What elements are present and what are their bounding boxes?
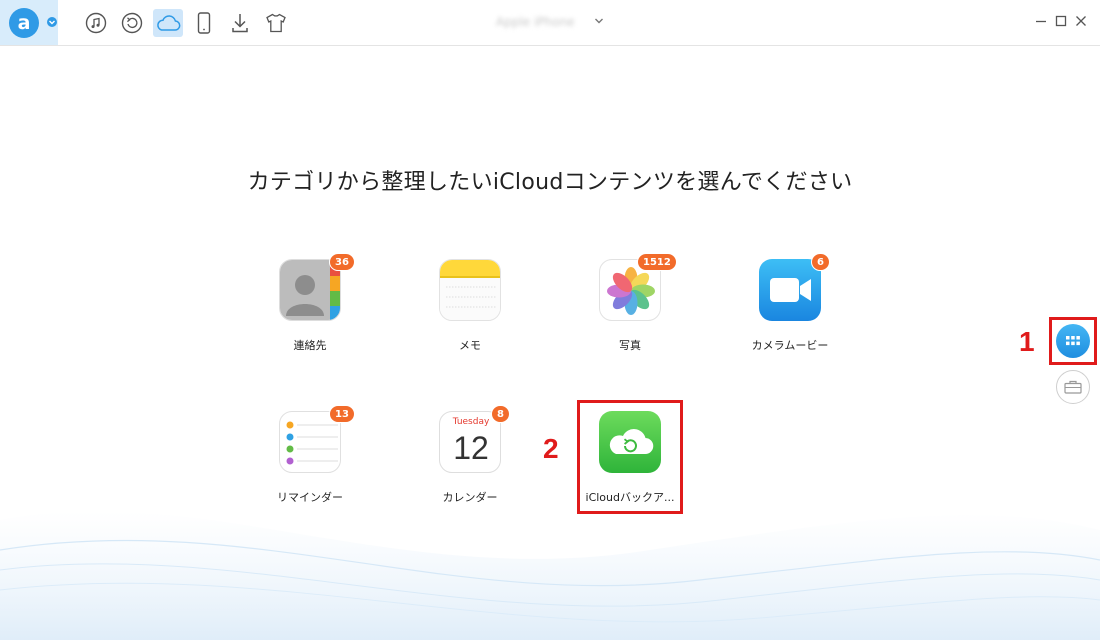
count-badge: 1512 [637,253,677,271]
count-badge: 6 [811,253,830,271]
minimize-icon[interactable] [1034,14,1048,28]
phone-icon [197,12,211,34]
category-reminders[interactable]: 13 リマインダー [245,405,375,521]
category-label: メモ [459,339,481,352]
device-dropdown-chevron-icon[interactable] [594,17,604,25]
calendar-date: 12 [453,430,489,466]
close-icon[interactable] [1074,14,1088,28]
maximize-icon[interactable] [1054,14,1068,28]
background-waves [0,511,1100,640]
restore-icon [121,12,143,34]
annotation-highlight-box [1049,317,1097,365]
category-label: リマインダー [277,491,343,504]
count-badge: 36 [329,253,355,271]
app-logo: a [9,8,39,38]
music-icon [85,12,107,34]
music-tab[interactable] [81,9,111,37]
category-camera-movies[interactable]: 6 カメラムービー [725,253,855,369]
tshirt-icon [266,13,286,33]
calendar-icon: Tuesday 12 [439,411,501,473]
toolbox-button[interactable] [1056,370,1090,404]
restore-tab[interactable] [117,9,147,37]
icloud-tab[interactable] [153,9,183,37]
video-icon [759,259,821,321]
category-label: カメラムービー [751,339,829,352]
notes-icon [439,259,501,321]
category-contacts[interactable]: 36 連絡先 [245,253,375,369]
download-icon [232,14,248,33]
count-badge: 8 [491,405,510,423]
toolkit-tab[interactable] [261,9,291,37]
chevron-down-icon [47,17,57,27]
category-label: 写真 [619,339,641,352]
title-bar: a Apple iPhone [0,0,1100,46]
category-calendar[interactable]: Tuesday 12 8 カレンダー [405,405,535,521]
app-logo-menu[interactable]: a [0,0,58,45]
annotation-step-2: 2 [543,433,559,464]
category-photos[interactable]: 1512 写真 [565,253,695,369]
annotation-step-1: 1 [1019,326,1035,357]
category-notes[interactable]: メモ [405,259,535,369]
count-badge: 13 [329,405,355,423]
annotation-highlight-box [577,400,683,514]
category-label: カレンダー [442,491,498,504]
download-tab[interactable] [225,9,255,37]
toolbox-icon [1064,380,1082,394]
device-tab[interactable] [189,9,219,37]
category-label: 連絡先 [293,339,327,352]
page-title: カテゴリから整理したいiCloudコンテンツを選んでください [247,170,853,195]
icloud-icon [157,15,181,31]
device-name[interactable]: Apple iPhone [496,15,592,29]
